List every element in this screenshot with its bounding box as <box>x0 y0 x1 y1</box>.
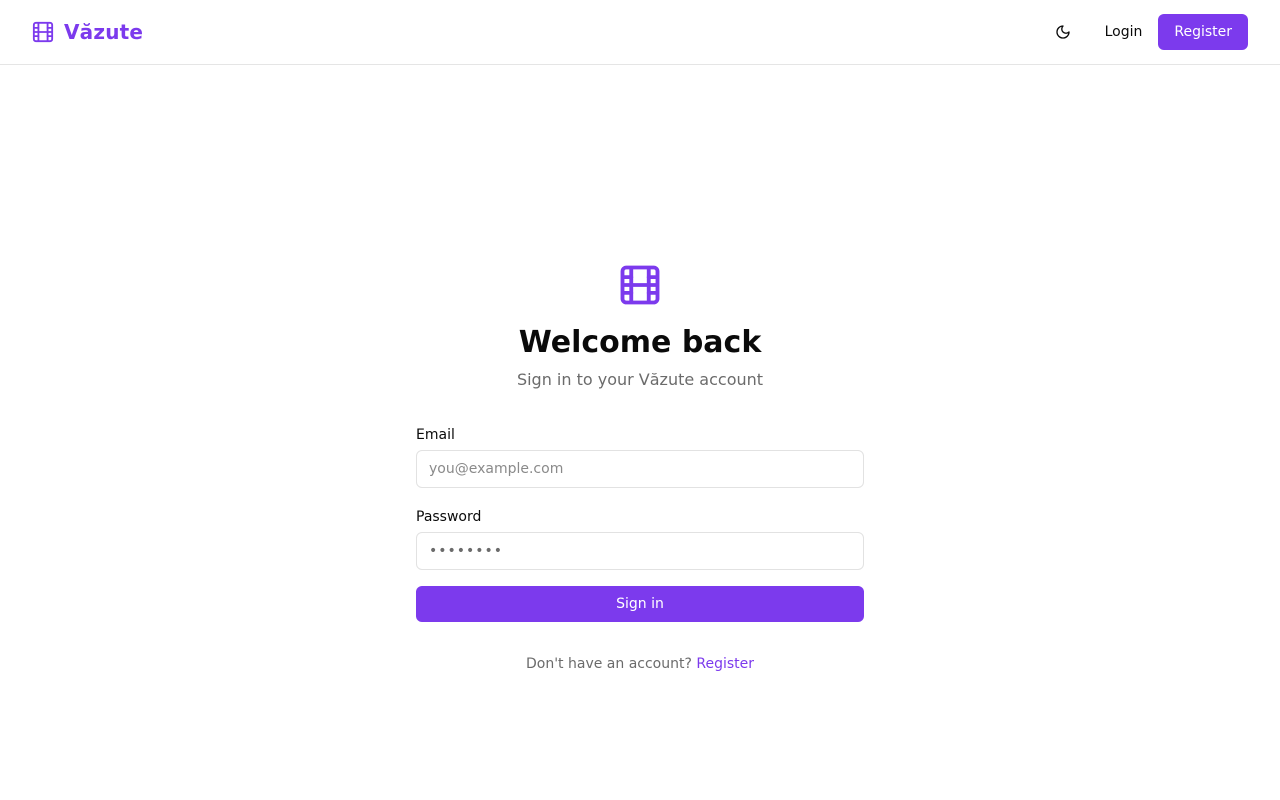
register-button[interactable]: Register <box>1158 14 1248 50</box>
moon-icon <box>1055 24 1071 40</box>
header-actions: Login Register <box>1045 14 1248 50</box>
register-link[interactable]: Register <box>696 656 754 672</box>
sign-in-button[interactable]: Sign in <box>416 586 864 622</box>
brand-logo-link[interactable]: Văzute <box>32 20 143 44</box>
password-label: Password <box>416 509 482 525</box>
film-icon <box>619 264 661 306</box>
brand-name: Văzute <box>64 20 144 44</box>
login-link[interactable]: Login <box>1095 16 1153 48</box>
email-label: Email <box>416 427 455 443</box>
password-field-group: Password <box>416 508 864 570</box>
top-nav: Văzute Login Register <box>0 0 1280 65</box>
password-input[interactable] <box>416 532 864 570</box>
film-icon <box>32 21 54 43</box>
email-input[interactable] <box>416 450 864 488</box>
signup-prompt-text: Don't have an account? <box>525 656 692 672</box>
login-panel: Welcome back Sign in to your Văzute acco… <box>416 264 864 672</box>
theme-toggle-button[interactable] <box>1045 14 1081 50</box>
email-field-group: Email <box>416 426 864 488</box>
login-form: Email Password Sign in <box>416 426 864 622</box>
signup-prompt-row: Don't have an account? Register <box>416 656 864 672</box>
page-subtitle: Sign in to your Văzute account <box>516 370 764 389</box>
page-title: Welcome back <box>518 325 762 360</box>
